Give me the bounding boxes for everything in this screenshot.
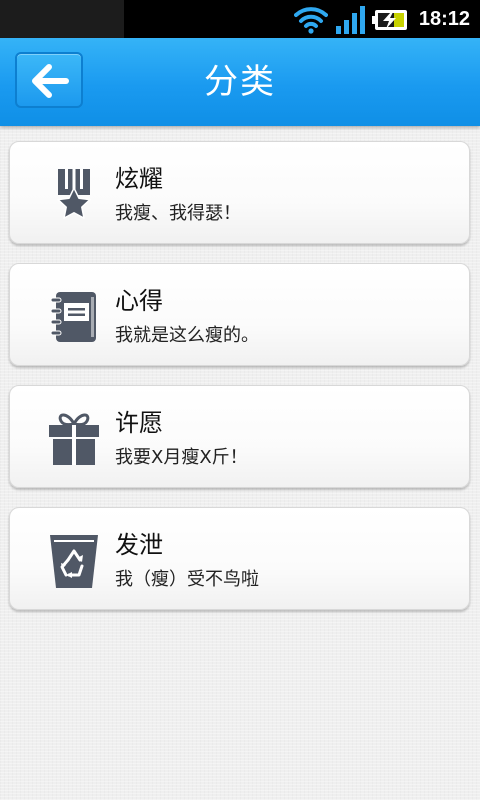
category-title: 心得 [115, 287, 163, 315]
category-card-xuanyao[interactable]: 炫耀 我瘦、我得瑟！ [9, 141, 470, 244]
category-card-faxie[interactable]: 发泄 我（瘦）受不鸟啦 [9, 507, 470, 610]
category-subtitle: 我（瘦）受不鸟啦 [115, 569, 259, 590]
category-card-xinde[interactable]: 心得 我就是这么瘦的。 [9, 263, 470, 366]
category-subtitle: 我要X月瘦X斤！ [115, 447, 248, 468]
category-title: 许愿 [115, 409, 163, 437]
wifi-icon [294, 7, 328, 34]
category-subtitle: 我就是这么瘦的。 [115, 325, 259, 346]
category-title: 发泄 [115, 531, 163, 559]
gift-icon [49, 413, 99, 465]
title-bar: 分类 [0, 38, 480, 126]
back-button[interactable] [15, 52, 83, 108]
category-subtitle: 我瘦、我得瑟！ [115, 203, 241, 224]
arrow-left-icon [32, 64, 69, 98]
battery-charging-icon [372, 10, 407, 30]
category-title: 炫耀 [115, 165, 163, 193]
status-bar-notification-area [0, 0, 124, 38]
status-time: 18:12 [418, 8, 470, 30]
category-card-xuyuan[interactable]: 许愿 我要X月瘦X斤！ [9, 385, 470, 488]
signal-icon [336, 6, 365, 34]
notebook-icon [50, 292, 96, 342]
medal-icon [57, 169, 91, 219]
recycle-bin-icon [50, 535, 98, 588]
status-bar: 18:12 [0, 0, 480, 38]
